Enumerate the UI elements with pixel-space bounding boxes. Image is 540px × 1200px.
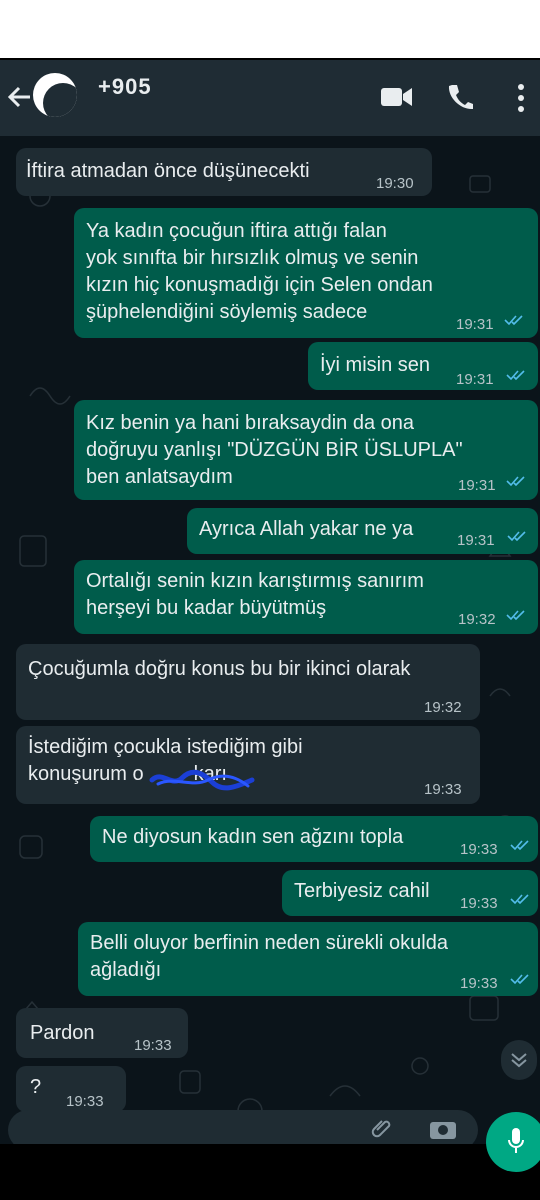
read-receipt-icon (506, 370, 525, 381)
message-time: 19:33 (460, 895, 498, 912)
message-time: 19:31 (456, 371, 494, 388)
message-text: kızın hiç konuşmadığı için Selen ondan (86, 274, 433, 296)
message-text: Ortalığı senin kızın karıştırmış sanırım (86, 570, 424, 592)
message-text: Belli oluyor berfinin neden sürekli okul… (90, 932, 448, 954)
message-time: 19:33 (460, 975, 498, 992)
message-bubble-outgoing[interactable]: Belli oluyor berfinin neden sürekli okul… (78, 922, 538, 996)
message-text: yok sınıfta bir hırsızlık olmuş ve senin (86, 247, 419, 269)
message-time: 19:31 (456, 316, 494, 333)
message-bubble-outgoing[interactable]: Kız benin ya hani bıraksaydin da ona doğ… (74, 400, 538, 500)
scroll-to-bottom-button[interactable] (501, 1040, 537, 1080)
message-text: şüphelendiğini söylemiş sadece (86, 301, 368, 323)
microphone-icon (508, 1128, 524, 1153)
message-bubble-outgoing[interactable]: Ya kadın çocuğun iftira attığı falan yok… (74, 208, 538, 338)
message-time: 19:33 (134, 1037, 172, 1054)
read-receipt-icon (506, 476, 525, 487)
camera-icon[interactable] (428, 1116, 458, 1140)
message-bubble-incoming[interactable]: İftira atmadan önce düşünecekti 19:30 (16, 148, 432, 196)
phone-icon[interactable] (446, 82, 474, 112)
message-text: Kız benin ya hani bıraksaydin da ona (86, 412, 414, 434)
read-receipt-icon (510, 894, 529, 905)
message-bubble-incoming[interactable]: Çocuğumla doğru konus bu bir ikinci olar… (16, 644, 480, 720)
message-text: Pardon (30, 1022, 95, 1044)
double-chevron-down-icon (511, 1053, 527, 1068)
message-text: Ne diyosun kadın sen ağzını topla (102, 826, 404, 848)
more-vert-icon[interactable] (514, 82, 528, 114)
message-text: Ya kadın çocuğun iftira attığı falan (86, 220, 387, 242)
message-text: ? (30, 1076, 42, 1098)
message-time: 19:31 (457, 532, 495, 549)
scribble-redaction (149, 769, 255, 791)
avatar[interactable] (33, 73, 77, 117)
message-bubble-outgoing[interactable]: Terbiyesiz cahil 19:33 (282, 870, 538, 916)
message-bubble-outgoing[interactable]: İyi misin sen 19:31 (308, 342, 538, 390)
voice-message-button[interactable] (486, 1112, 540, 1172)
chat-header (0, 60, 540, 136)
contact-name[interactable]: +905 (98, 74, 152, 100)
message-text: doğruyu yanlışı "DÜZGÜN BİR ÜSLUPLA" (86, 439, 463, 461)
message-text: ben anlatsaydım (86, 466, 233, 488)
navigation-bar (0, 1144, 540, 1200)
read-receipt-icon (504, 315, 523, 326)
back-arrow-icon[interactable] (6, 82, 34, 112)
message-text: İstediğim çocukla istediğim gibi (28, 736, 303, 758)
video-call-icon[interactable] (380, 82, 414, 112)
chat-area: İftira atmadan önce düşünecekti 19:30 Ya… (0, 136, 540, 1144)
message-time: 19:33 (460, 841, 498, 858)
message-text: Çocuğumla doğru konus bu bir ikinci olar… (28, 658, 411, 680)
message-bubble-incoming[interactable]: İstediğim çocukla istediğim gibi konuşur… (16, 726, 480, 804)
message-text: İftira atmadan önce düşünecekti (26, 160, 310, 182)
message-bubble-incoming[interactable]: Pardon 19:33 (16, 1008, 188, 1058)
message-bubble-outgoing[interactable]: Ayrıca Allah yakar ne ya 19:31 (187, 508, 538, 554)
message-bubble-outgoing[interactable]: Ne diyosun kadın sen ağzını topla 19:33 (90, 816, 538, 862)
message-text: Ayrıca Allah yakar ne ya (199, 518, 414, 540)
message-time: 19:33 (424, 781, 462, 798)
message-text: herşeyi bu kadar büyütmüş (86, 597, 327, 619)
read-receipt-icon (507, 531, 526, 542)
read-receipt-icon (506, 610, 525, 621)
message-text: Terbiyesiz cahil (294, 880, 430, 902)
status-bar (0, 0, 540, 58)
read-receipt-icon (510, 974, 529, 985)
message-text: ağladığı (90, 959, 162, 981)
message-bubble-outgoing[interactable]: Ortalığı senin kızın karıştırmış sanırım… (74, 560, 538, 634)
read-receipt-icon (510, 840, 529, 851)
message-text: İyi misin sen (320, 354, 431, 376)
message-time: 19:30 (376, 175, 414, 192)
message-time: 19:32 (424, 699, 462, 716)
message-input-bar (0, 1106, 540, 1150)
message-time: 19:32 (458, 611, 496, 628)
attach-icon[interactable] (370, 1116, 394, 1140)
message-time: 19:31 (458, 477, 496, 494)
